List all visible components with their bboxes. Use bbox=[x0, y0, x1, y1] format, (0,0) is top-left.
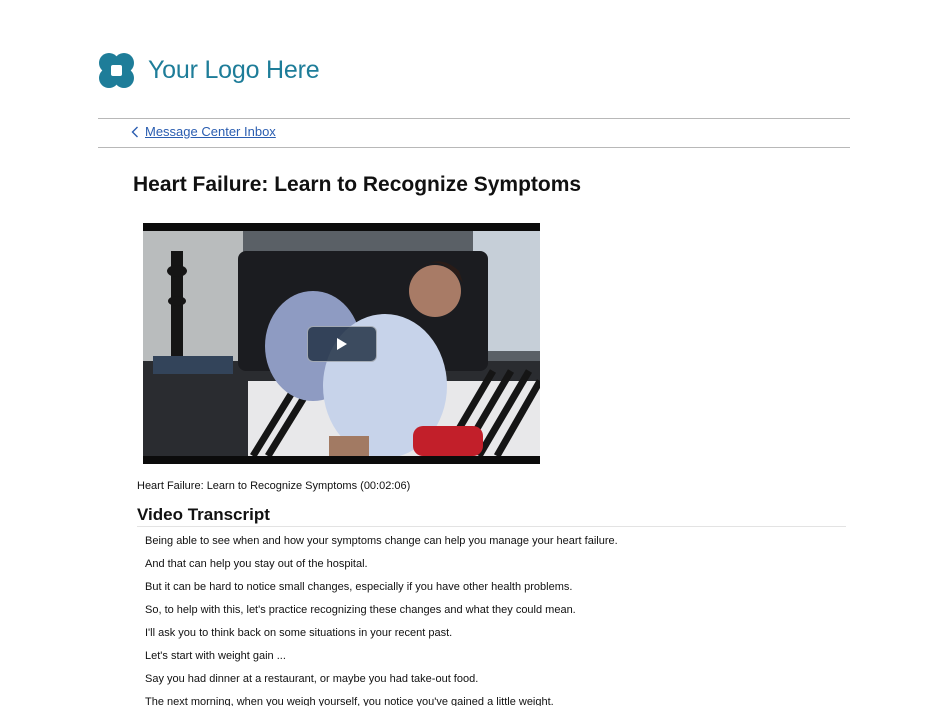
transcript-heading: Video Transcript bbox=[137, 505, 270, 524]
play-button[interactable] bbox=[307, 326, 377, 362]
transcript-line: Say you had dinner at a restaurant, or m… bbox=[145, 673, 479, 685]
nav-divider-bottom bbox=[98, 147, 850, 148]
transcript-line: Let's start with weight gain ... bbox=[145, 650, 286, 662]
transcript-line: The next morning, when you weigh yoursel… bbox=[145, 696, 554, 706]
nav-divider-top bbox=[98, 118, 850, 119]
logo[interactable]: Your Logo Here bbox=[98, 52, 320, 89]
logo-text: Your Logo Here bbox=[148, 56, 320, 84]
transcript-line: So, to help with this, let's practice re… bbox=[145, 604, 576, 616]
video-player[interactable] bbox=[143, 223, 540, 464]
transcript-line: And that can help you stay out of the ho… bbox=[145, 558, 368, 570]
chevron-left-icon bbox=[131, 126, 138, 137]
transcript-line: Being able to see when and how your symp… bbox=[145, 535, 618, 547]
back-to-inbox-link[interactable]: Message Center Inbox bbox=[131, 124, 276, 139]
page-title: Heart Failure: Learn to Recognize Sympto… bbox=[133, 173, 582, 196]
logo-quatrefoil-icon bbox=[99, 53, 134, 88]
transcript-line: I'll ask you to think back on some situa… bbox=[145, 627, 453, 639]
back-link-label[interactable]: Message Center Inbox bbox=[145, 124, 276, 139]
page: Your Logo Here Message Center Inbox Hear… bbox=[0, 0, 940, 706]
transcript-divider bbox=[137, 526, 846, 527]
video-caption: Heart Failure: Learn to Recognize Sympto… bbox=[137, 480, 411, 492]
play-icon bbox=[337, 338, 347, 350]
transcript-lines: Being able to see when and how your symp… bbox=[145, 534, 618, 706]
transcript-line: But it can be hard to notice small chang… bbox=[145, 581, 573, 593]
